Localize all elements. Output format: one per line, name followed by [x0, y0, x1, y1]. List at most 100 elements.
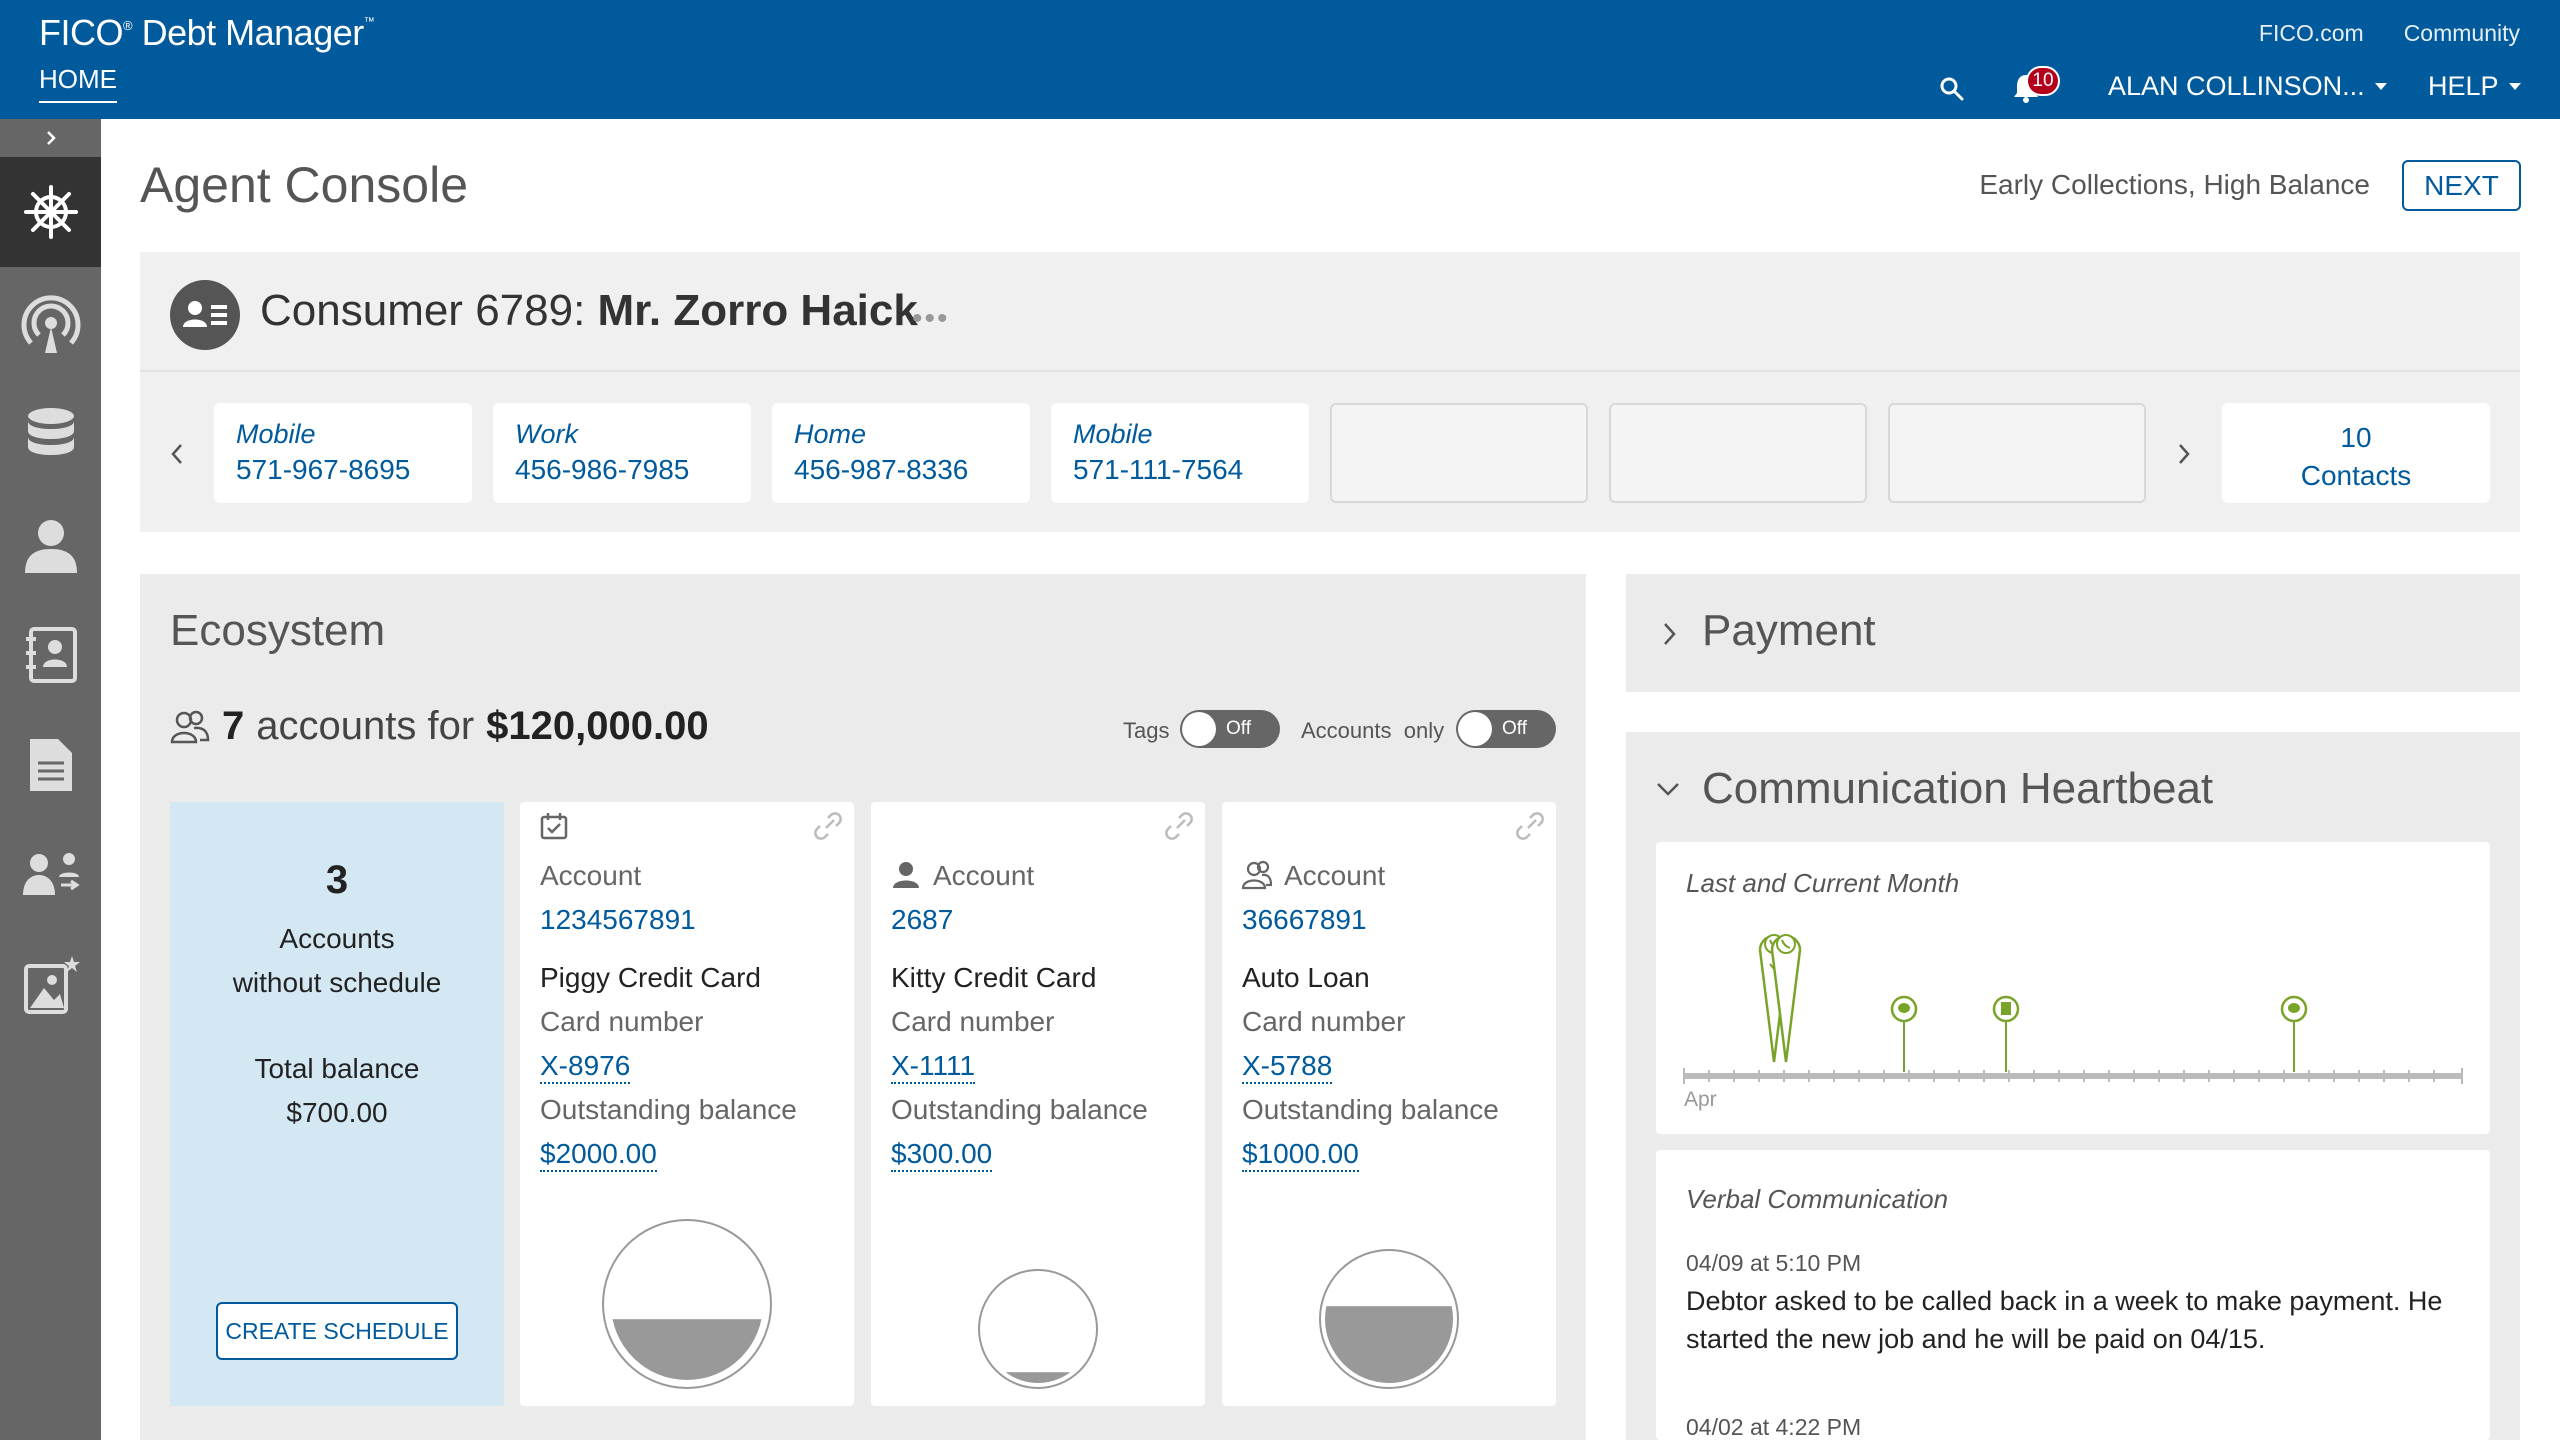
card-number[interactable]: X-8976	[540, 1050, 631, 1084]
balance-value[interactable]: $1000.00	[1242, 1138, 1359, 1172]
accounts-only-toggle[interactable]: Off	[1456, 710, 1556, 748]
chevron-down-icon	[2508, 83, 2521, 90]
contact-card[interactable]: Work 456-986-7985	[493, 403, 751, 503]
top-links: FICO.com Community	[2259, 20, 2520, 47]
link-icon[interactable]	[1516, 812, 1544, 840]
help-menu-label: HELP	[2428, 71, 2499, 101]
toggle-knob	[1182, 712, 1216, 746]
message-marker[interactable]	[2280, 995, 2308, 1072]
sidebar-item-contacts[interactable]	[0, 600, 101, 710]
ecosystem-summary: 7 accounts for $120,000.00	[170, 704, 709, 749]
consumer-header: Consumer 6789: Mr. Zorro Haick •••	[140, 252, 2520, 372]
calendar-icon	[540, 813, 568, 840]
fico-link[interactable]: FICO.com	[2259, 20, 2364, 47]
toggle-state: Off	[1226, 718, 1251, 739]
brand-logo[interactable]: FICO® Debt Manager™	[39, 12, 375, 54]
chevron-left-icon[interactable]	[167, 439, 187, 469]
account-label: Account	[933, 860, 1035, 891]
chevron-down-icon	[2374, 83, 2387, 90]
chevron-right-icon[interactable]	[2174, 439, 2194, 469]
balance-gauge	[978, 1269, 1098, 1389]
more-options-button[interactable]: •••	[912, 302, 950, 336]
balance-value[interactable]: $300.00	[891, 1138, 993, 1172]
contact-number[interactable]: 571-111-7564	[1073, 454, 1309, 486]
accounts-only-label: Accounts only	[1301, 718, 1445, 743]
toggle-knob	[1458, 712, 1492, 746]
communication-panel: Communication Heartbeat Last and Current…	[1626, 732, 2520, 1440]
contact-type: Work	[515, 419, 578, 449]
payment-panel[interactable]: Payment	[1626, 574, 2520, 692]
queue-label: Early Collections, High Balance	[1979, 169, 2370, 200]
contacts-count: 10	[2340, 422, 2372, 453]
tab-home[interactable]: HOME	[39, 64, 117, 103]
heartbeat-timeline	[1683, 934, 2463, 1084]
chevron-down-icon[interactable]	[1654, 780, 1682, 798]
help-menu[interactable]: HELP	[2428, 71, 2521, 102]
account-card[interactable]: Account 36667891 Auto Loan Card number X…	[1222, 802, 1556, 1406]
balance-gauge	[602, 1219, 772, 1389]
transfer-users-icon	[22, 853, 80, 895]
tags-toggle[interactable]: Off	[1180, 710, 1280, 748]
sidebar-item-transfer[interactable]	[0, 820, 101, 930]
all-contacts-button[interactable]: 10 Contacts	[2222, 403, 2490, 503]
chevron-right-icon[interactable]	[1660, 620, 1678, 648]
contact-number[interactable]: 456-986-7985	[515, 454, 751, 486]
balance-value[interactable]: $2000.00	[540, 1138, 657, 1172]
gauge-fill	[1325, 1306, 1453, 1383]
database-icon	[27, 408, 74, 455]
account-card[interactable]: Account 1234567891 Piggy Credit Card Car…	[520, 802, 854, 1406]
sidebar-item-media[interactable]	[0, 930, 101, 1040]
link-icon[interactable]	[1165, 812, 1193, 840]
next-button[interactable]: NEXT	[2402, 160, 2521, 211]
account-number[interactable]: 2687	[891, 904, 953, 936]
account-number[interactable]: 1234567891	[540, 904, 696, 936]
contact-type: Home	[794, 419, 867, 449]
page-title: Agent Console	[140, 157, 469, 213]
sidebar-item-person[interactable]	[0, 490, 101, 600]
community-link[interactable]: Community	[2404, 20, 2520, 47]
contact-card-empty	[1330, 403, 1588, 503]
contact-number[interactable]: 571-967-8695	[236, 454, 472, 486]
contacts-label: Contacts	[2300, 460, 2412, 491]
contact-card[interactable]: Mobile 571-967-8695	[214, 403, 472, 503]
account-name: Kitty Credit Card	[891, 962, 1097, 993]
user-icon	[893, 862, 919, 888]
account-name: Auto Loan	[1242, 962, 1370, 993]
contact-number[interactable]: 456-987-8336	[794, 454, 1030, 486]
user-menu[interactable]: ALAN COLLINSON...	[2108, 71, 2387, 102]
verbal-communication-card: Verbal Communication 04/09 at 5:10 PM De…	[1656, 1150, 2490, 1440]
left-sidebar	[0, 119, 101, 1440]
no-schedule-line2: without schedule	[232, 967, 442, 998]
no-schedule-card: 3 Accounts without schedule Total balanc…	[170, 802, 504, 1406]
document-marker[interactable]	[1992, 995, 2020, 1072]
document-icon	[29, 739, 72, 791]
search-icon[interactable]	[1939, 76, 1965, 102]
account-number[interactable]: 36667891	[1242, 904, 1367, 936]
sidebar-item-database[interactable]	[0, 380, 101, 490]
message-marker[interactable]	[1890, 995, 1918, 1072]
sidebar-item-broadcast[interactable]	[0, 270, 101, 380]
account-card[interactable]: Account 2687 Kitty Credit Card Card numb…	[871, 802, 1205, 1406]
create-schedule-button[interactable]: CREATE SCHEDULE	[216, 1302, 458, 1360]
person-icon	[24, 520, 77, 573]
card-number[interactable]: X-1111	[891, 1050, 976, 1084]
consumer-avatar	[170, 280, 240, 350]
total-balance-label: Total balance	[254, 1053, 420, 1084]
link-icon[interactable]	[814, 812, 842, 840]
account-label: Account	[540, 860, 642, 891]
contact-card-empty	[1888, 403, 2146, 503]
no-schedule-text: Accounts without schedule	[170, 917, 504, 1005]
user-menu-label: ALAN COLLINSON...	[2108, 71, 2365, 101]
consumer-title: Consumer 6789: Mr. Zorro Haick	[260, 286, 918, 336]
total-balance-value: $700.00	[286, 1097, 388, 1128]
contact-card[interactable]: Home 456-987-8336	[772, 403, 1030, 503]
expand-sidebar-button[interactable]	[0, 119, 101, 157]
card-number[interactable]: X-5788	[1242, 1050, 1333, 1084]
contact-card-empty	[1609, 403, 1867, 503]
contact-card[interactable]: Mobile 571-111-7564	[1051, 403, 1309, 503]
no-schedule-line1: Accounts	[279, 923, 395, 954]
sidebar-item-agent-console[interactable]	[0, 157, 101, 267]
sidebar-item-documents[interactable]	[0, 710, 101, 820]
helm-wheel-icon	[23, 185, 78, 239]
chevron-right-icon	[46, 131, 56, 145]
